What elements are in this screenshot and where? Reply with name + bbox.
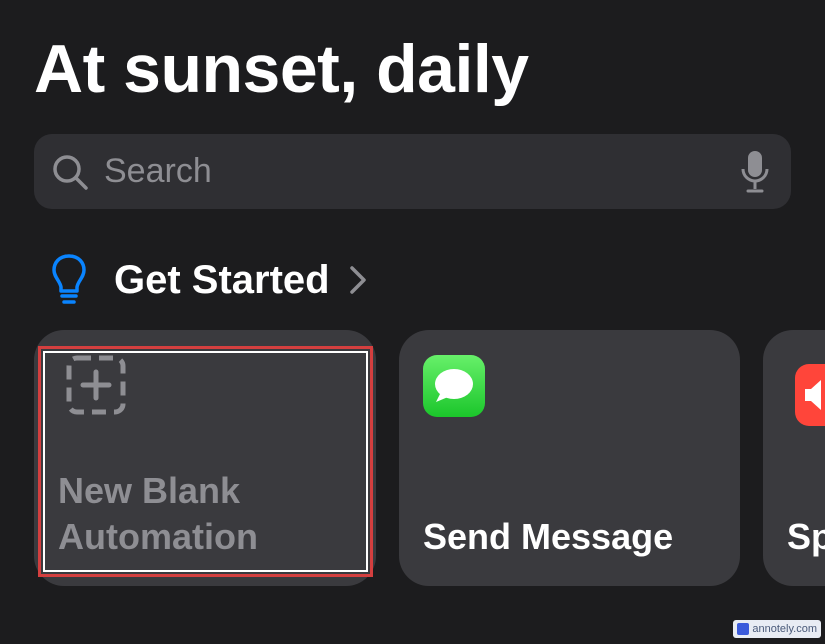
get-started-header[interactable]: Get Started — [50, 250, 368, 310]
speaker-icon — [795, 364, 825, 426]
microphone-icon[interactable] — [739, 149, 771, 195]
watermark-text: annotely.com — [752, 623, 817, 635]
shortcuts-automation-screen: At sunset, daily Get Started — [0, 0, 825, 644]
dashed-plus-icon — [66, 355, 126, 415]
card-label: Send Message — [423, 516, 674, 557]
page-title: At sunset, daily — [34, 31, 529, 107]
card-label-line: New Blank — [58, 470, 241, 511]
card-label: Sp — [787, 516, 825, 557]
card-label: New Blank Automation — [58, 468, 258, 560]
search-input[interactable] — [104, 141, 739, 202]
search-bar[interactable] — [34, 134, 791, 209]
card-label-line: Automation — [58, 516, 258, 557]
messages-icon — [423, 355, 485, 417]
search-icon — [53, 154, 88, 190]
chevron-right-icon — [349, 266, 366, 294]
new-blank-automation-card[interactable]: New Blank Automation — [34, 330, 376, 586]
lightbulb-icon — [52, 254, 86, 304]
watermark: annotely.com — [733, 620, 821, 638]
send-message-card[interactable]: Send Message — [399, 330, 740, 586]
section-label: Get Started — [114, 257, 330, 302]
annotely-logo-icon — [737, 623, 750, 635]
speak-card[interactable]: Sp — [763, 330, 825, 586]
